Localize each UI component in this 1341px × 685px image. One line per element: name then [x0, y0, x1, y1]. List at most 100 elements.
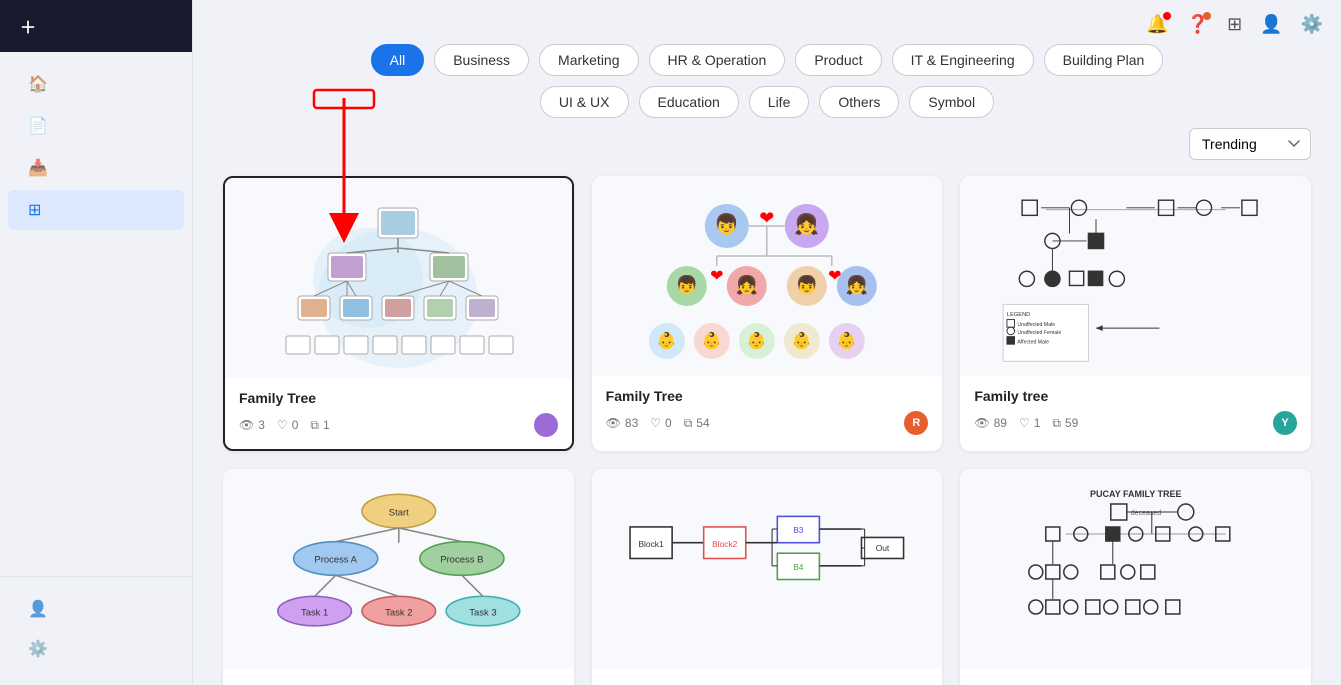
card-stats-1: 👁 83 ♡ 0 ⧉ 54 R	[606, 411, 929, 435]
sidebar-item-import[interactable]: 📥	[8, 148, 184, 188]
svg-text:Affected Male: Affected Male	[1017, 339, 1049, 345]
card-preview-3: Start Process A Process B Task 1 Task 2 …	[223, 469, 574, 669]
svg-text:👦: 👦	[715, 212, 740, 236]
svg-text:👶: 👶	[792, 331, 812, 350]
filter-pill-life[interactable]: Life	[749, 86, 810, 118]
svg-text:👧: 👧	[736, 274, 758, 295]
card-stats-0: 👁 3 ♡ 0 ⧉ 1	[239, 413, 558, 437]
template-card-3[interactable]: Start Process A Process B Task 1 Task 2 …	[223, 469, 574, 685]
card-preview-2: LEGEND Unaffected Male Unaffected Female…	[960, 176, 1311, 376]
views-stat-2: 👁 89	[974, 416, 1007, 430]
svg-text:B3: B3	[793, 525, 804, 535]
template-card-5[interactable]: PUCAY FAMILY TREE deceased	[960, 469, 1311, 685]
notification-dot	[1163, 12, 1171, 20]
svg-text:❤: ❤	[828, 268, 841, 285]
card-info-4	[592, 669, 943, 685]
header-icons: 🔔 ❓ ⊞ 👤 ⚙️	[1142, 10, 1327, 39]
copy-icon-2: ⧉	[1052, 416, 1061, 431]
heart-icon-1: ♡	[650, 416, 661, 430]
copy-count-2: 59	[1065, 416, 1078, 430]
card-preview-5: PUCAY FAMILY TREE deceased	[960, 469, 1311, 669]
like-count-0: 0	[292, 418, 299, 432]
heart-icon-2: ♡	[1019, 416, 1030, 430]
svg-text:Out: Out	[876, 543, 890, 553]
svg-text:👦: 👦	[796, 274, 818, 295]
sidebar-item-account[interactable]: 👤	[8, 589, 184, 629]
filter-pill-education[interactable]: Education	[639, 86, 739, 118]
help-dot	[1203, 12, 1211, 20]
avatar-badge-1: R	[904, 411, 928, 435]
filter-pill-symbol[interactable]: Symbol	[909, 86, 994, 118]
svg-text:👶: 👶	[747, 331, 767, 350]
card-info-1: Family Tree 👁 83 ♡ 0 ⧉ 54 R	[592, 376, 943, 447]
svg-text:👶: 👶	[657, 331, 677, 350]
card-preview-4: Block1 Block2 B3 B4 Out	[592, 469, 943, 669]
like-count-1: 0	[665, 416, 672, 430]
filter-pill-others[interactable]: Others	[819, 86, 899, 118]
filter-pill-hr-&-operation[interactable]: HR & Operation	[649, 44, 786, 76]
eye-icon-1: 👁	[606, 416, 621, 430]
like-count-2: 1	[1034, 416, 1041, 430]
copies-stat-1: ⧉ 54	[684, 416, 710, 431]
template-card-2[interactable]: LEGEND Unaffected Male Unaffected Female…	[960, 176, 1311, 451]
card-preview-1: 👦 👧 ❤ 👦 👧 ❤ 👦 👧 ❤ 👶 👶 👶 👶 👶	[592, 176, 943, 376]
filter-pill-business[interactable]: Business	[434, 44, 529, 76]
filter-pill-marketing[interactable]: Marketing	[539, 44, 638, 76]
view-count-2: 89	[994, 416, 1007, 430]
avatar-badge-2: Y	[1273, 411, 1297, 435]
likes-stat-1: ♡ 0	[650, 416, 671, 430]
template-grid: Family Tree 👁 3 ♡ 0 ⧉ 1 👦 👧 ❤ 👦 👧 ❤ �	[223, 176, 1311, 685]
card-info-2: Family tree 👁 89 ♡ 1 ⧉ 59 Y	[960, 376, 1311, 447]
plus-icon: ＋	[20, 14, 36, 38]
svg-text:Unaffected Male: Unaffected Male	[1017, 322, 1055, 328]
card-preview-0	[225, 178, 572, 378]
user-button[interactable]: 👤	[1256, 10, 1286, 39]
new-button[interactable]: ＋	[0, 0, 192, 52]
svg-text:Task 3: Task 3	[469, 607, 496, 618]
template-card-4[interactable]: Block1 Block2 B3 B4 Out	[592, 469, 943, 685]
svg-text:Task 2: Task 2	[385, 607, 412, 618]
options-icon: ⚙️	[28, 639, 48, 659]
svg-text:Task 1: Task 1	[301, 607, 328, 618]
copy-count-1: 54	[696, 416, 709, 430]
filter-pill-it-&-engineering[interactable]: IT & Engineering	[892, 44, 1034, 76]
card-title-2: Family tree	[974, 388, 1297, 404]
template-card-1[interactable]: 👦 👧 ❤ 👦 👧 ❤ 👦 👧 ❤ 👶 👶 👶 👶 👶 Family Tree	[592, 176, 943, 451]
svg-text:Block2: Block2	[712, 539, 738, 549]
svg-text:LEGEND: LEGEND	[1007, 312, 1030, 318]
notifications-button[interactable]: 🔔	[1142, 10, 1172, 39]
card-title-1: Family Tree	[606, 388, 929, 404]
filter-pill-product[interactable]: Product	[795, 44, 881, 76]
svg-text:👶: 👶	[837, 331, 857, 350]
sidebar-item-options[interactable]: ⚙️	[8, 629, 184, 669]
sort-select[interactable]: TrendingNewestMost ViewedMost Liked	[1189, 128, 1311, 160]
svg-text:B4: B4	[793, 562, 804, 572]
view-count-0: 3	[258, 418, 265, 432]
card-info-0: Family Tree 👁 3 ♡ 0 ⧉ 1	[225, 378, 572, 449]
home-icon: 🏠	[28, 74, 48, 94]
settings-button[interactable]: ⚙️	[1297, 10, 1327, 39]
views-stat-0: 👁 3	[239, 418, 265, 432]
svg-text:👧: 👧	[795, 212, 820, 236]
heart-icon-0: ♡	[277, 418, 288, 432]
main-content: All Business Marketing HR & Operation Produc…	[193, 0, 1341, 685]
avatar-badge-0	[534, 413, 558, 437]
svg-text:deceased: deceased	[1131, 510, 1161, 517]
template-card-0[interactable]: Family Tree 👁 3 ♡ 0 ⧉ 1	[223, 176, 574, 451]
help-button[interactable]: ❓	[1183, 10, 1213, 39]
filter-pill-building-plan[interactable]: Building Plan	[1044, 44, 1164, 76]
eye-icon-2: 👁	[974, 416, 989, 430]
sidebar-item-templates[interactable]: ⊞	[8, 190, 184, 230]
card-stats-2: 👁 89 ♡ 1 ⧉ 59 Y	[974, 411, 1297, 435]
svg-text:❤: ❤	[759, 208, 774, 228]
svg-text:Unaffected Female: Unaffected Female	[1017, 330, 1061, 336]
filter-pill-all[interactable]: All	[371, 44, 425, 76]
copy-count-0: 1	[323, 418, 330, 432]
copy-icon-1: ⧉	[684, 416, 693, 431]
view-count-1: 83	[625, 416, 638, 430]
apps-button[interactable]: ⊞	[1223, 10, 1246, 39]
svg-text:Block1: Block1	[639, 539, 665, 549]
filter-pill-ui-&-ux[interactable]: UI & UX	[540, 86, 629, 118]
sidebar-item-open[interactable]: 📄	[8, 106, 184, 146]
sidebar-item-home[interactable]: 🏠	[8, 64, 184, 104]
